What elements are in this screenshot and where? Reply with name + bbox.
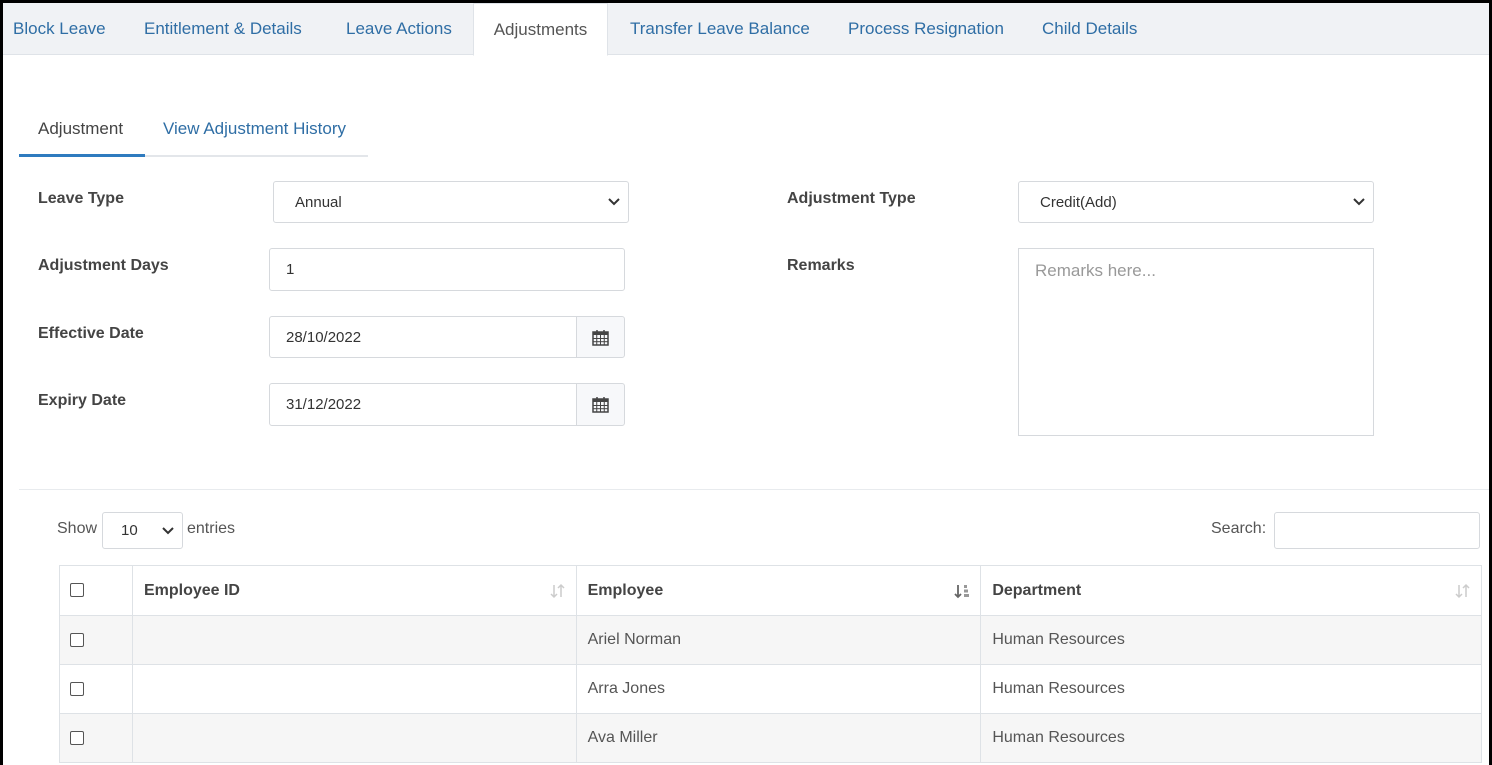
chevron-down-icon	[162, 526, 174, 534]
section-divider	[19, 489, 1489, 490]
row-select-cell	[59, 664, 133, 714]
adjustment-type-value: Credit(Add)	[1040, 193, 1117, 211]
adjustment-days-input[interactable]: 1	[269, 248, 625, 291]
sub-tab-bar: Adjustment View Adjustment History	[19, 103, 368, 157]
column-header-label: Department	[992, 581, 1082, 599]
row-select-cell	[59, 713, 133, 763]
leave-type-select[interactable]: Annual	[273, 181, 629, 223]
entries-per-page-select[interactable]: 10	[102, 512, 183, 549]
subtab-adjustment[interactable]: Adjustment	[19, 103, 145, 157]
tab-child-details[interactable]: Child Details	[1042, 3, 1137, 55]
expiry-date-input[interactable]: 31/12/2022	[269, 383, 577, 426]
adjustment-days-label: Adjustment Days	[38, 257, 169, 274]
cell-employee-id	[131, 664, 577, 714]
table-row[interactable]: Arra Jones Human Resources	[59, 664, 1482, 714]
tab-transfer-leave-balance[interactable]: Transfer Leave Balance	[630, 3, 810, 55]
leave-type-value: Annual	[295, 193, 342, 211]
cell-department: Human Resources	[980, 615, 1482, 665]
tab-process-resignation[interactable]: Process Resignation	[848, 3, 1004, 55]
effective-date-label: Effective Date	[38, 325, 144, 342]
remarks-placeholder: Remarks here...	[1035, 261, 1156, 280]
entries-per-page-value: 10	[121, 522, 138, 539]
tab-block-leave[interactable]: Block Leave	[13, 3, 106, 55]
table-row[interactable]: Ariel Norman Human Resources	[59, 615, 1482, 665]
column-header-employee[interactable]: Employee	[575, 565, 982, 616]
calendar-icon	[592, 329, 609, 346]
cell-employee-id	[131, 615, 577, 665]
entries-label: entries	[187, 520, 236, 537]
subtab-view-adjustment-history[interactable]: View Adjustment History	[163, 103, 346, 157]
row-checkbox[interactable]	[70, 632, 84, 647]
row-select-cell	[59, 615, 133, 665]
effective-date-calendar-button[interactable]	[576, 316, 625, 358]
adjustment-days-value: 1	[286, 261, 295, 278]
show-label: Show	[57, 520, 98, 537]
chevron-down-icon	[1353, 198, 1365, 206]
column-header-label: Employee	[587, 581, 664, 599]
expiry-date-label: Expiry Date	[38, 392, 127, 409]
cell-department: Human Resources	[980, 664, 1482, 714]
tab-leave-actions[interactable]: Leave Actions	[346, 3, 452, 55]
expiry-date-calendar-button[interactable]	[576, 383, 625, 426]
row-checkbox[interactable]	[70, 730, 84, 745]
sort-ascending-icon	[954, 584, 970, 598]
adjustment-type-label: Adjustment Type	[787, 190, 916, 207]
adjustment-type-select[interactable]: Credit(Add)	[1018, 181, 1374, 223]
effective-date-value: 28/10/2022	[286, 328, 362, 346]
employee-table: Employee ID Employee Department Ariel No…	[59, 565, 1482, 763]
remarks-textarea[interactable]: Remarks here...	[1018, 248, 1374, 436]
tab-entitlement-details[interactable]: Entitlement & Details	[144, 3, 302, 55]
effective-date-input[interactable]: 28/10/2022	[269, 316, 577, 358]
tab-adjustments[interactable]: Adjustments	[473, 3, 608, 56]
column-header-department[interactable]: Department	[980, 565, 1482, 616]
table-header-row: Employee ID Employee Department	[59, 565, 1482, 616]
app-frame: Block Leave Entitlement & Details Leave …	[0, 0, 1492, 765]
column-header-label: Employee ID	[143, 581, 240, 599]
sort-icon	[1455, 583, 1470, 598]
search-label: Search:	[1211, 520, 1267, 537]
cell-employee-id	[131, 713, 577, 763]
chevron-down-icon	[608, 198, 620, 206]
top-tab-bar: Block Leave Entitlement & Details Leave …	[3, 3, 1489, 56]
table-row[interactable]: Ava Miller Human Resources	[59, 713, 1482, 763]
cell-employee: Arra Jones	[575, 664, 982, 714]
cell-department: Human Resources	[980, 713, 1482, 763]
select-all-checkbox[interactable]	[70, 583, 84, 598]
calendar-icon	[592, 397, 609, 413]
column-header-employee-id[interactable]: Employee ID	[131, 565, 577, 616]
sort-icon	[550, 583, 565, 598]
remarks-label: Remarks	[787, 257, 855, 274]
select-all-cell	[59, 565, 133, 616]
search-input[interactable]	[1274, 512, 1480, 549]
row-checkbox[interactable]	[70, 681, 84, 696]
cell-employee: Ariel Norman	[575, 615, 982, 665]
cell-employee: Ava Miller	[575, 713, 982, 763]
expiry-date-value: 31/12/2022	[286, 396, 362, 413]
leave-type-label: Leave Type	[38, 190, 124, 207]
